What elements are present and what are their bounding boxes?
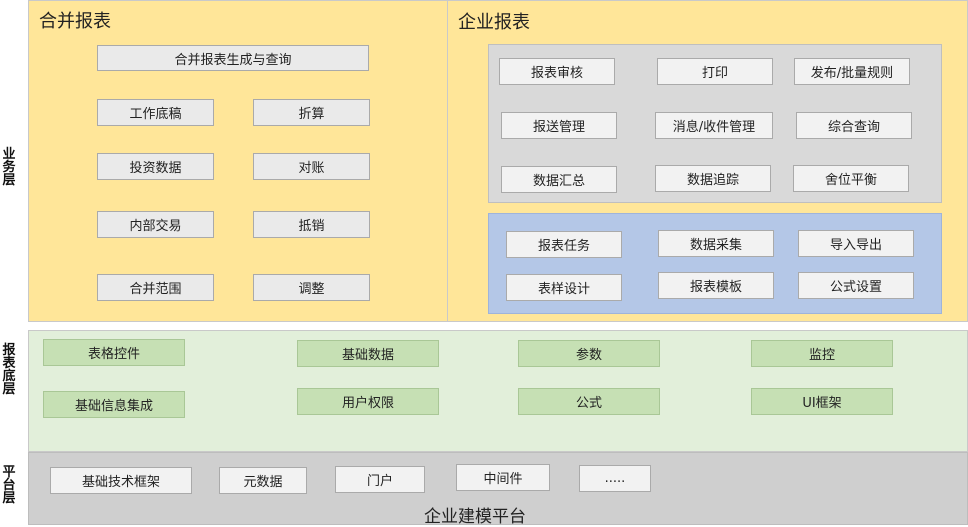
- platform-item[interactable]: .....: [579, 465, 651, 492]
- base-item[interactable]: UI框架: [751, 388, 893, 415]
- platform-item[interactable]: 中间件: [456, 464, 550, 491]
- enterprise-item[interactable]: 发布/批量规则: [794, 58, 910, 85]
- enterprise-item[interactable]: 导入导出: [798, 230, 914, 257]
- platform-title: 企业建模平台: [424, 507, 526, 527]
- consolidated-item[interactable]: 调整: [253, 274, 370, 301]
- layer-label-platform: 平台层: [2, 465, 16, 506]
- enterprise-item[interactable]: 消息/收件管理: [655, 112, 773, 139]
- layer-label-report-base: 报表底层: [2, 343, 16, 397]
- consolidated-item[interactable]: 内部交易: [97, 211, 214, 238]
- consolidated-item[interactable]: 合并报表生成与查询: [97, 45, 369, 71]
- base-item[interactable]: 表格控件: [43, 339, 185, 366]
- consolidated-item[interactable]: 对账: [253, 153, 370, 180]
- enterprise-item[interactable]: 打印: [657, 58, 773, 85]
- base-item[interactable]: 监控: [751, 340, 893, 367]
- enterprise-item[interactable]: 数据汇总: [501, 166, 617, 193]
- consolidated-item[interactable]: 工作底稿: [97, 99, 214, 126]
- consolidated-item[interactable]: 折算: [253, 99, 370, 126]
- base-item[interactable]: 用户权限: [297, 388, 439, 415]
- enterprise-item[interactable]: 综合查询: [796, 112, 912, 139]
- enterprise-item[interactable]: 数据采集: [658, 230, 774, 257]
- enterprise-report-title: 企业报表: [458, 12, 530, 33]
- base-item[interactable]: 参数: [518, 340, 660, 367]
- enterprise-item[interactable]: 报送管理: [501, 112, 617, 139]
- platform-item[interactable]: 门户: [335, 466, 425, 493]
- base-item[interactable]: 公式: [518, 388, 660, 415]
- consolidated-item[interactable]: 投资数据: [97, 153, 214, 180]
- base-item[interactable]: 基础信息集成: [43, 391, 185, 418]
- consolidated-item[interactable]: 抵销: [253, 211, 370, 238]
- platform-item[interactable]: 元数据: [219, 467, 307, 494]
- consolidated-report-title: 合并报表: [39, 11, 111, 32]
- consolidated-item[interactable]: 合并范围: [97, 274, 214, 301]
- base-item[interactable]: 基础数据: [297, 340, 439, 367]
- enterprise-item[interactable]: 数据追踪: [655, 165, 771, 192]
- enterprise-item[interactable]: 舍位平衡: [793, 165, 909, 192]
- enterprise-item[interactable]: 报表审核: [499, 58, 615, 85]
- enterprise-item[interactable]: 表样设计: [506, 274, 622, 301]
- layer-label-business: 业务层: [2, 147, 16, 188]
- enterprise-item[interactable]: 公式设置: [798, 272, 914, 299]
- enterprise-item[interactable]: 报表模板: [658, 272, 774, 299]
- platform-item[interactable]: 基础技术框架: [50, 467, 192, 494]
- enterprise-item[interactable]: 报表任务: [506, 231, 622, 258]
